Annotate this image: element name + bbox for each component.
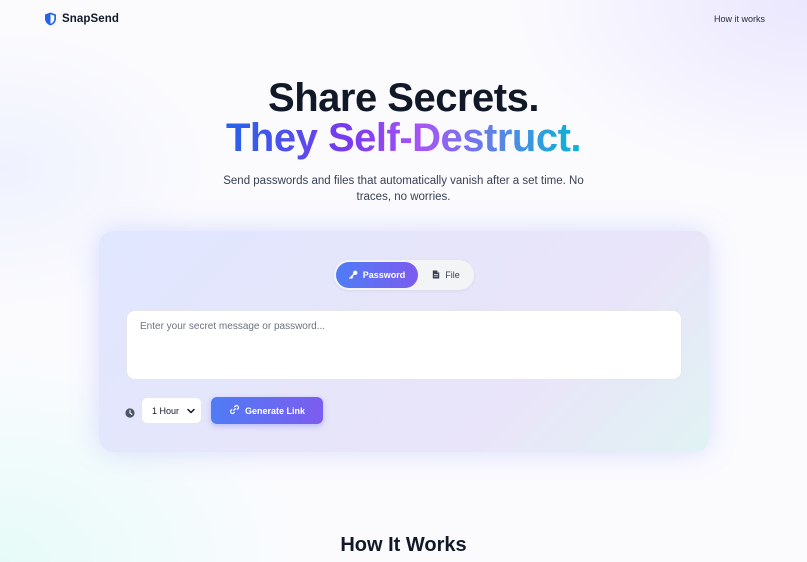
hero-title-gradient-text: They Self-Destruct. (225, 116, 582, 160)
brand-name: SnapSend (62, 13, 120, 25)
link-icon (229, 404, 240, 417)
clock-icon (125, 405, 135, 423)
tab-file[interactable]: File (424, 262, 468, 288)
secret-form-card: Password File 1 Hour (99, 231, 709, 452)
shield-icon (44, 12, 57, 26)
tab-password-label: Password (362, 270, 406, 280)
expiry-select[interactable]: 1 Hour (141, 397, 202, 424)
tab-password[interactable]: Password (336, 262, 418, 288)
generate-link-label: Generate Link (244, 405, 306, 416)
chevron-down-icon (187, 406, 195, 416)
key-icon (348, 270, 358, 281)
brand-logo[interactable]: SnapSend (44, 12, 119, 26)
generate-link-button[interactable]: Generate Link (211, 397, 323, 424)
hero-subtitle: Send passwords and files that automatica… (223, 175, 584, 203)
tab-file-label: File (445, 270, 460, 280)
nav-how-it-works-link[interactable]: How it works (714, 14, 765, 24)
how-it-works-title: How It Works (340, 534, 467, 556)
site-header: SnapSend How it works (0, 0, 807, 40)
file-icon (432, 270, 440, 281)
hero-title-gradient: They Self-Destruct. (0, 115, 807, 161)
secret-input[interactable] (126, 310, 682, 380)
type-toggle: Password File (334, 260, 474, 290)
expiry-selected-value: 1 Hour (152, 405, 180, 416)
